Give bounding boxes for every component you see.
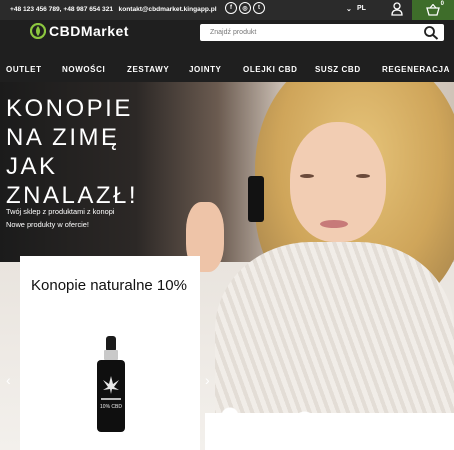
hero-subtitle: Twój sklep z produktami z konopi	[6, 207, 115, 216]
instagram-icon[interactable]: ◎	[239, 2, 251, 14]
nav-item-outlet[interactable]: OUTLET	[6, 65, 42, 74]
nav-item-olejki-cbd[interactable]: OLEJKI CBD	[243, 65, 297, 74]
search-input[interactable]: Znajdź produkt	[210, 29, 256, 36]
facebook-icon[interactable]: f	[225, 2, 237, 14]
hero-model-lips	[320, 220, 348, 228]
basket-icon	[426, 4, 440, 16]
search-icon[interactable]	[423, 25, 439, 40]
nav-item-jointy[interactable]: JOINTY	[189, 65, 222, 74]
contact-info: +48 123 456 789, +48 987 654 321 kontakt…	[10, 6, 217, 13]
hero-white-splash	[205, 392, 454, 450]
cart-button[interactable]: 0	[412, 0, 454, 20]
cbd-leaf-logo-icon	[30, 23, 46, 39]
nav-item-susz-cbd[interactable]: SUSZ CBD	[315, 65, 361, 74]
user-account-icon[interactable]	[391, 2, 403, 18]
search-box[interactable]: Znajdź produkt	[200, 24, 444, 41]
nav-item-nowosci[interactable]: NOWOŚCI	[62, 65, 105, 74]
logo-text: CBDMarket	[49, 23, 129, 39]
hero-title: KONOPIE NA ZIMĘ JAK ZNALAZŁ!	[6, 95, 139, 209]
hero-dropper-bottle	[248, 176, 264, 222]
cart-count-badge: 0	[440, 1, 444, 7]
hero-subtitle-secondary: Nowe produkty w ofercie!	[6, 220, 89, 229]
site-logo[interactable]: CBDMarket	[30, 23, 129, 39]
phone-numbers[interactable]: +48 123 456 789, +48 987 654 321	[10, 6, 113, 13]
language-chevron-icon[interactable]: ⌄	[346, 5, 352, 13]
product-bottle-image[interactable]: 10% CBD	[95, 336, 127, 432]
product-card[interactable]: Konopie naturalne 10% 10% CBD	[20, 256, 200, 450]
site-header: CBDMarket Znajdź produkt	[0, 20, 454, 62]
product-title[interactable]: Konopie naturalne 10%	[31, 277, 187, 294]
carousel-prev-icon[interactable]: ‹	[6, 372, 11, 388]
nav-item-zestawy[interactable]: ZESTAWY	[127, 65, 169, 74]
hero-model-eyes	[300, 174, 370, 180]
twitter-icon[interactable]: t	[253, 2, 265, 14]
contact-email[interactable]: kontakt@cbdmarket.kingapp.pl	[119, 6, 217, 13]
language-selector[interactable]: PL	[357, 5, 366, 12]
top-bar: +48 123 456 789, +48 987 654 321 kontakt…	[0, 0, 454, 20]
social-links: f ◎ t	[225, 2, 265, 14]
nav-item-regeneracja[interactable]: REGENERACJA	[382, 65, 450, 74]
main-navigation: OUTLET NOWOŚCI ZESTAWY JOINTY OLEJKI CBD…	[0, 62, 454, 82]
carousel-next-icon[interactable]: ›	[205, 372, 210, 388]
bottle-label: 10% CBD	[100, 404, 122, 410]
